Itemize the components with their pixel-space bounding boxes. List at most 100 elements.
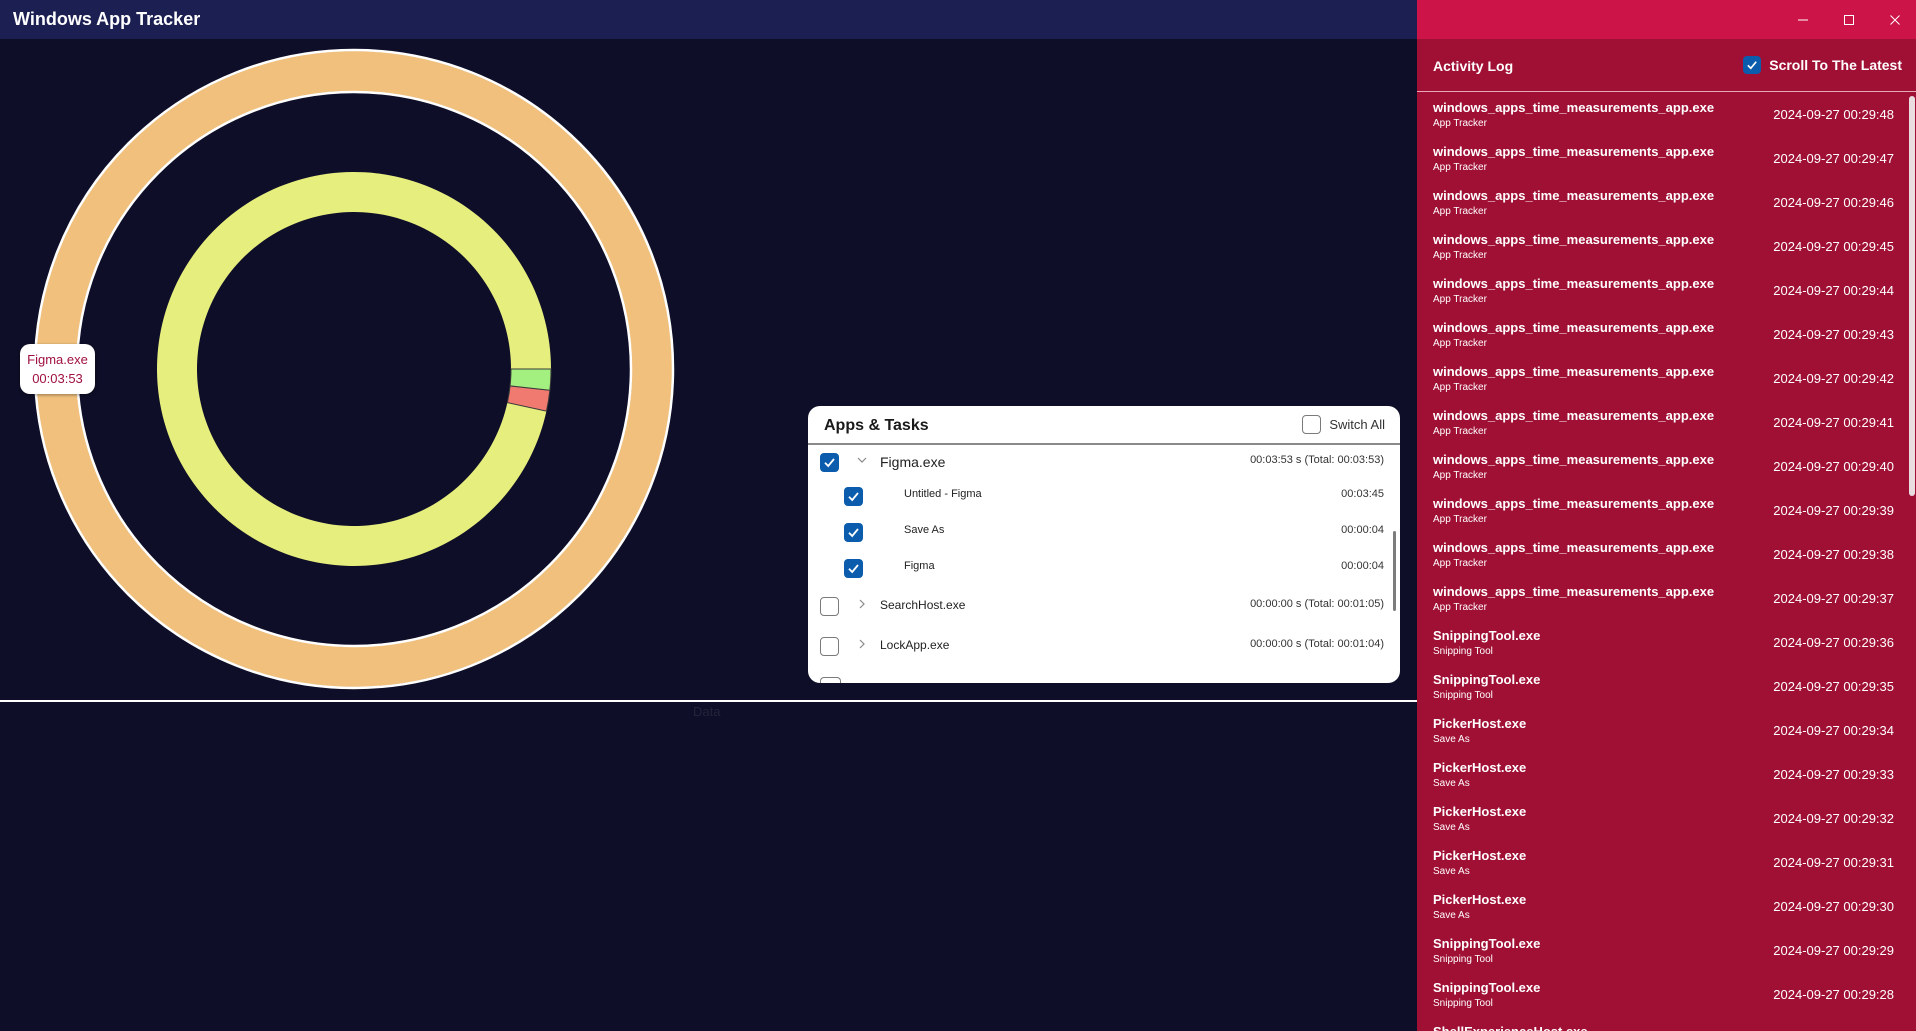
chevron-right-icon[interactable] [856, 637, 868, 651]
log-entry-exe: SnippingTool.exe [1433, 936, 1541, 951]
log-entry-exe: ShellExperienceHost.exe [1433, 1024, 1588, 1031]
log-entry-timestamp: 2024-09-27 00:29:43 [1773, 327, 1894, 342]
app-name: SearchHost.exe [880, 598, 966, 612]
log-entry-window: App Tracker [1433, 382, 1487, 393]
log-entry-exe: windows_apps_time_measurements_app.exe [1433, 320, 1715, 335]
log-entry-exe: windows_apps_time_measurements_app.exe [1433, 408, 1715, 423]
panel-scrollbar[interactable] [1393, 531, 1396, 611]
log-entry: windows_apps_time_measurements_app.exe Ap… [1417, 312, 1916, 356]
chart-tooltip: Figma.exe 00:03:53 [20, 344, 95, 394]
task-row-untitled-figma[interactable]: Untitled - Figma 00:03:45 [808, 479, 1400, 513]
donut-slice-apps [36, 51, 672, 687]
close-button[interactable] [1872, 0, 1916, 39]
panel-title: Apps & Tasks [824, 417, 929, 434]
chart-divider [0, 700, 1417, 702]
switch-all-toggle[interactable]: Switch All [1302, 415, 1385, 434]
log-entry-timestamp: 2024-09-27 00:29:36 [1773, 635, 1894, 650]
log-entry-window: Save As [1433, 822, 1470, 833]
log-entry: ShellExperienceHost.exe [1417, 1016, 1916, 1031]
donut-slice-tasks-0 [157, 171, 551, 566]
log-entry-exe: windows_apps_time_measurements_app.exe [1433, 232, 1715, 247]
activity-log-title: Activity Log [1433, 58, 1514, 74]
log-entry-exe: windows_apps_time_measurements_app.exe [1433, 100, 1715, 115]
app-time: 00:03:53 s (Total: 00:03:53) [1250, 454, 1384, 466]
log-entry-window: App Tracker [1433, 338, 1487, 349]
log-entry-window: App Tracker [1433, 558, 1487, 569]
log-entry-window: Snipping Tool [1433, 646, 1493, 657]
log-entry: PickerHost.exe Save As 2024-09-27 00:29:32 [1417, 796, 1916, 840]
log-entry-timestamp: 2024-09-27 00:29:44 [1773, 283, 1894, 298]
activity-log-scrollbar[interactable] [1909, 96, 1915, 496]
scroll-latest-label: Scroll To The Latest [1769, 57, 1902, 73]
app-row-lockapp[interactable]: LockApp.exe 00:00:00 s (Total: 00:01:04) [808, 629, 1400, 663]
log-entry-timestamp: 2024-09-27 00:29:41 [1773, 415, 1894, 430]
log-entry-timestamp: 2024-09-27 00:29:47 [1773, 151, 1894, 166]
title-bar: Windows App Tracker [0, 0, 1417, 39]
task-checkbox[interactable] [844, 487, 863, 506]
x-axis-label: Data [693, 704, 721, 719]
task-row-save-as[interactable]: Save As 00:00:04 [808, 515, 1400, 549]
log-entry-exe: windows_apps_time_measurements_app.exe [1433, 496, 1715, 511]
log-entry-exe: windows_apps_time_measurements_app.exe [1433, 452, 1715, 467]
log-entry-window: App Tracker [1433, 118, 1487, 129]
log-entry: windows_apps_time_measurements_app.exe Ap… [1417, 180, 1916, 224]
log-entry-window: App Tracker [1433, 250, 1487, 261]
log-entry-window: App Tracker [1433, 426, 1487, 437]
log-entry-exe: SnippingTool.exe [1433, 672, 1541, 687]
maximize-icon [1844, 14, 1854, 25]
log-entry-timestamp: 2024-09-27 00:29:38 [1773, 547, 1894, 562]
maximize-button[interactable] [1826, 0, 1872, 39]
log-entry: windows_apps_time_measurements_app.exe Ap… [1417, 268, 1916, 312]
log-entry: windows_apps_time_measurements_app.exe Ap… [1417, 576, 1916, 620]
app-title: Windows App Tracker [13, 9, 201, 29]
log-entry: PickerHost.exe Save As 2024-09-27 00:29:30 [1417, 884, 1916, 928]
checkmark-icon [848, 492, 859, 502]
log-entry-exe: windows_apps_time_measurements_app.exe [1433, 540, 1715, 555]
scroll-latest-checkbox[interactable] [1743, 56, 1762, 74]
scroll-to-latest-toggle[interactable]: Scroll To The Latest [1743, 56, 1902, 74]
minimize-button[interactable] [1780, 0, 1826, 39]
log-entry: windows_apps_time_measurements_app.exe Ap… [1417, 356, 1916, 400]
log-entry-exe: PickerHost.exe [1433, 760, 1527, 775]
activity-log-header: Activity Log Scroll To The Latest [1417, 39, 1916, 92]
app-row-figma[interactable]: Figma.exe 00:03:53 s (Total: 00:03:53) [808, 445, 1400, 479]
app-time: 00:00:00 s (Total: 00:01:05) [1250, 598, 1384, 610]
tooltip-label: Figma.exe [27, 352, 88, 367]
app-checkbox[interactable] [820, 637, 839, 656]
checkmark-icon [824, 458, 835, 468]
task-checkbox[interactable] [844, 523, 863, 542]
app-row-searchhost[interactable]: SearchHost.exe 00:00:00 s (Total: 00:01:… [808, 589, 1400, 623]
log-entry-timestamp: 2024-09-27 00:29:29 [1773, 943, 1894, 958]
activity-sidebar: Activity Log Scroll To The Latest window… [1417, 0, 1916, 1031]
log-entry-exe: windows_apps_time_measurements_app.exe [1433, 144, 1715, 159]
task-name: Save As [904, 524, 945, 536]
log-entry-timestamp: 2024-09-27 00:29:35 [1773, 679, 1894, 694]
checkmark-icon [848, 564, 859, 574]
log-entry-window: Save As [1433, 866, 1470, 877]
log-entry-exe: windows_apps_time_measurements_app.exe [1433, 188, 1715, 203]
log-entry-window: Snipping Tool [1433, 690, 1493, 701]
log-entry: SnippingTool.exe Snipping Tool 2024-09-27 … [1417, 664, 1916, 708]
log-entry-exe: windows_apps_time_measurements_app.exe [1433, 364, 1715, 379]
task-checkbox[interactable] [844, 559, 863, 578]
task-time: 00:00:04 [1341, 560, 1384, 572]
log-entry: windows_apps_time_measurements_app.exe Ap… [1417, 92, 1916, 136]
switch-all-checkbox[interactable] [1302, 415, 1322, 434]
next-row-checkbox-partial [820, 677, 841, 683]
log-entry-timestamp: 2024-09-27 00:29:32 [1773, 811, 1894, 826]
log-entry-exe: PickerHost.exe [1433, 804, 1527, 819]
chevron-right-icon[interactable] [856, 597, 868, 611]
log-entry-window: Save As [1433, 910, 1470, 921]
log-entry: windows_apps_time_measurements_app.exe Ap… [1417, 532, 1916, 576]
log-entry: SnippingTool.exe Snipping Tool 2024-09-27 … [1417, 928, 1916, 972]
app-checkbox[interactable] [820, 453, 839, 472]
task-row-figma[interactable]: Figma 00:00:04 [808, 551, 1400, 585]
log-entry-timestamp: 2024-09-27 00:29:30 [1773, 899, 1894, 914]
log-entry: windows_apps_time_measurements_app.exe Ap… [1417, 444, 1916, 488]
log-entry-exe: SnippingTool.exe [1433, 628, 1541, 643]
log-entry-window: Save As [1433, 734, 1470, 745]
chevron-down-icon[interactable] [856, 453, 868, 467]
log-entry-window: App Tracker [1433, 206, 1487, 217]
donut-slice-tasks-2 [509, 368, 552, 391]
app-checkbox[interactable] [820, 597, 839, 616]
